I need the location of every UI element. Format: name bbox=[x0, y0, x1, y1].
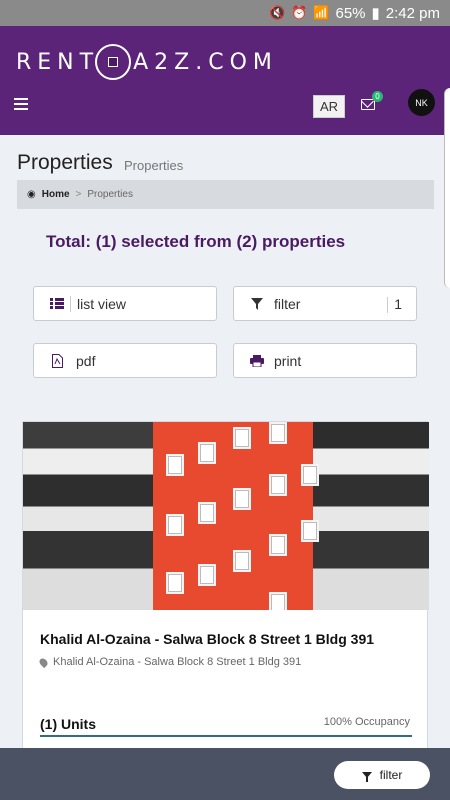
pdf-button[interactable]: pdf bbox=[33, 343, 217, 378]
breadcrumb-separator: > bbox=[75, 189, 82, 200]
dashboard-icon: ◉ bbox=[27, 189, 36, 200]
logo-suffix: A2Z.COM bbox=[133, 49, 278, 75]
logo[interactable]: RENT A2Z.COM bbox=[16, 44, 278, 80]
mail-badge: 0 bbox=[372, 91, 383, 102]
list-view-label: list view bbox=[77, 295, 127, 312]
pdf-label: pdf bbox=[76, 352, 96, 369]
floating-filter-label: filter bbox=[379, 768, 403, 782]
property-photo[interactable] bbox=[23, 422, 429, 610]
property-card[interactable]: Khalid Al-Ozaina - Salwa Block 8 Street … bbox=[22, 421, 429, 761]
property-address: Khalid Al-Ozaina - Salwa Block 8 Street … bbox=[37, 656, 302, 668]
breadcrumb: ◉ Home > Properties bbox=[17, 180, 434, 209]
scroll-handle[interactable] bbox=[444, 88, 450, 288]
breadcrumb-home-link[interactable]: Home bbox=[42, 189, 70, 200]
status-bar: 🔇 ⏰ 📶 65% ▮ 2:42 pm bbox=[0, 0, 450, 26]
occupancy-label: 100% Occupancy bbox=[323, 716, 410, 728]
printer-icon bbox=[244, 354, 270, 367]
filter-icon bbox=[244, 297, 270, 310]
app-header: RENT A2Z.COM AR 0 NK bbox=[0, 26, 450, 135]
signal-icon: 📶 bbox=[313, 5, 330, 20]
alarm-icon: ⏰ bbox=[291, 5, 308, 20]
logo-prefix: RENT bbox=[16, 49, 100, 75]
filter-button[interactable]: filter 1 bbox=[233, 286, 417, 321]
filter-icon bbox=[361, 772, 372, 782]
breadcrumb-current: Properties bbox=[87, 189, 133, 200]
mute-icon: 🔇 bbox=[268, 5, 286, 20]
page-subtitle: Properties bbox=[124, 158, 184, 173]
units-count: (1) Units bbox=[40, 716, 96, 732]
language-toggle-button[interactable]: AR bbox=[313, 95, 345, 118]
property-address-text: Khalid Al-Ozaina - Salwa Block 8 Street … bbox=[53, 656, 302, 668]
filter-label: filter bbox=[274, 295, 301, 312]
clock: 2:42 pm bbox=[385, 4, 440, 22]
house-icon bbox=[95, 44, 132, 80]
user-avatar[interactable]: NK bbox=[408, 89, 435, 116]
list-icon bbox=[44, 298, 70, 309]
property-title[interactable]: Khalid Al-Ozaina - Salwa Block 8 Street … bbox=[40, 631, 374, 647]
print-button[interactable]: print bbox=[233, 343, 417, 378]
pdf-file-icon bbox=[44, 353, 70, 368]
occupancy-bar bbox=[40, 735, 412, 737]
battery-icon: ▮ bbox=[371, 5, 380, 22]
battery-level: 65% bbox=[335, 4, 366, 22]
list-view-button[interactable]: list view bbox=[33, 286, 217, 321]
floating-filter-button[interactable]: filter bbox=[334, 761, 430, 789]
print-label: print bbox=[274, 352, 302, 369]
filter-count: 1 bbox=[387, 295, 402, 313]
selection-summary: Total: (1) selected from (2) properties bbox=[46, 232, 346, 251]
map-pin-icon bbox=[37, 656, 50, 668]
page-title: Properties bbox=[17, 151, 113, 174]
hamburger-menu-icon[interactable] bbox=[14, 98, 28, 110]
